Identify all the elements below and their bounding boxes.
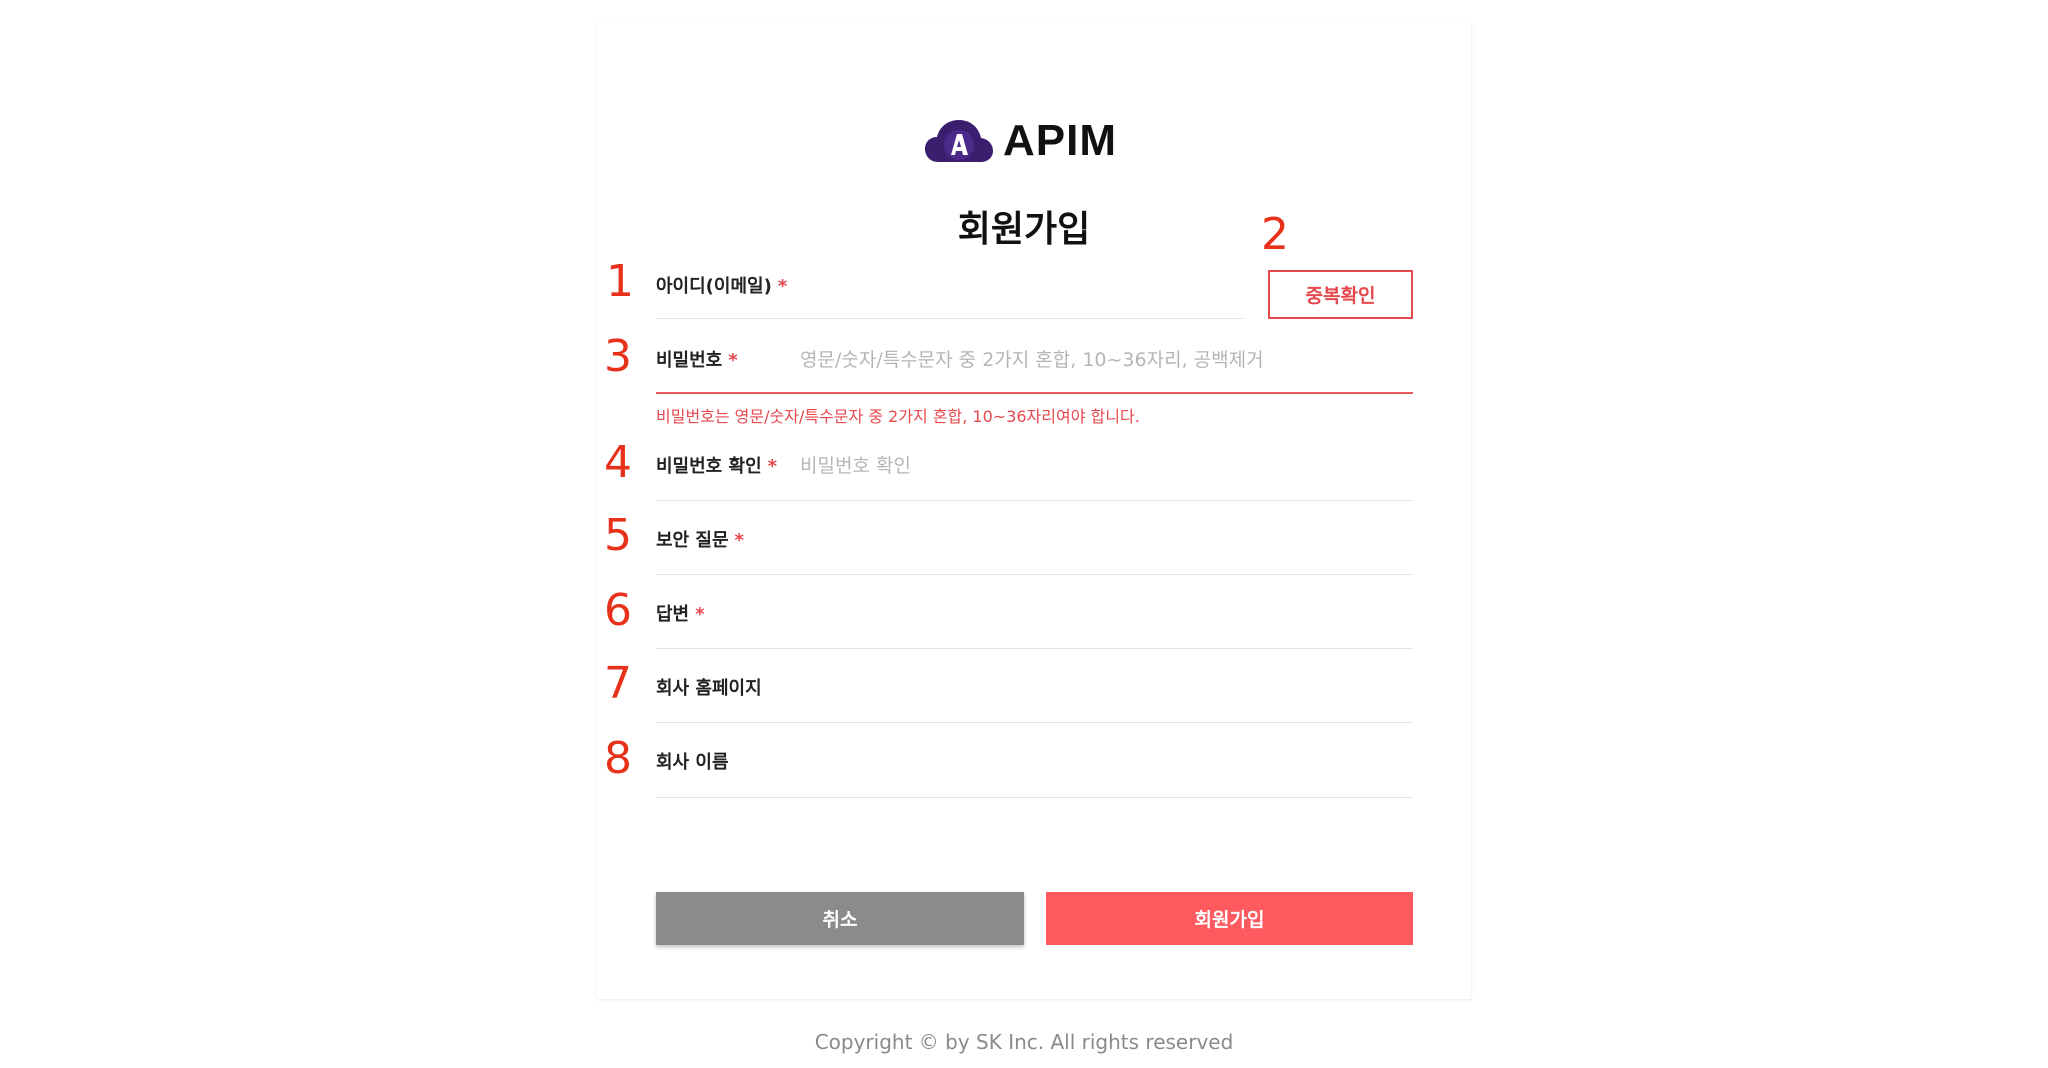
- annotation-7: 7: [604, 658, 632, 709]
- cancel-button[interactable]: 취소: [656, 892, 1024, 945]
- company-homepage-underline: [656, 722, 1413, 723]
- brand-name: APIM: [1003, 116, 1117, 165]
- company-homepage-input[interactable]: [800, 668, 1410, 708]
- password-confirm-label: 비밀번호 확인 *: [656, 452, 777, 478]
- answer-underline: [656, 648, 1413, 649]
- brand-logo: APIM: [925, 115, 1117, 167]
- annotation-5: 5: [604, 510, 632, 561]
- company-homepage-label: 회사 홈페이지: [656, 678, 762, 699]
- signup-card: [597, 22, 1471, 999]
- annotation-8: 8: [604, 733, 632, 784]
- answer-input[interactable]: [800, 594, 1410, 634]
- company-name-input[interactable]: [800, 742, 1410, 782]
- page-title: 회원가입: [957, 209, 1091, 250]
- security-question-label: 보안 질문 *: [656, 526, 744, 552]
- annotation-1: 1: [606, 256, 634, 307]
- id-label: 아이디(이메일) *: [656, 272, 787, 298]
- annotation-6: 6: [604, 585, 632, 636]
- duplicate-check-button[interactable]: 중복확인: [1268, 270, 1413, 319]
- annotation-2: 2: [1261, 209, 1289, 260]
- password-confirm-input[interactable]: [800, 446, 1410, 486]
- id-email-input[interactable]: [800, 264, 1240, 304]
- password-input[interactable]: [800, 340, 1410, 380]
- security-question-input[interactable]: [800, 520, 1410, 560]
- id-field-underline: [656, 318, 1244, 319]
- company-name-label: 회사 이름: [656, 752, 729, 773]
- security-question-label-text: 보안 질문: [656, 530, 729, 551]
- annotation-4: 4: [604, 437, 632, 488]
- id-label-text: 아이디(이메일): [656, 276, 772, 297]
- company-name-underline: [656, 797, 1413, 798]
- required-mark: *: [767, 456, 778, 477]
- answer-label: 답변 *: [656, 600, 705, 626]
- required-mark: *: [695, 604, 705, 625]
- required-mark: *: [728, 350, 738, 371]
- signup-button[interactable]: 회원가입: [1046, 892, 1413, 945]
- password-confirm-underline: [656, 500, 1413, 501]
- password-field-underline-error: [656, 392, 1413, 394]
- answer-label-text: 답변: [656, 604, 690, 625]
- password-confirm-label-text: 비밀번호 확인: [656, 456, 762, 477]
- apim-cloud-logo-icon: [925, 120, 993, 162]
- annotation-3: 3: [604, 331, 632, 382]
- copyright-text: Copyright © by SK Inc. All rights reserv…: [814, 1030, 1234, 1054]
- password-label: 비밀번호 *: [656, 346, 738, 372]
- security-question-underline: [656, 574, 1413, 575]
- required-mark: *: [777, 276, 788, 297]
- password-label-text: 비밀번호: [656, 350, 723, 371]
- required-mark: *: [734, 530, 744, 551]
- password-error-message: 비밀번호는 영문/숫자/특수문자 중 2가지 혼합, 10~36자리여야 합니다…: [656, 407, 1140, 426]
